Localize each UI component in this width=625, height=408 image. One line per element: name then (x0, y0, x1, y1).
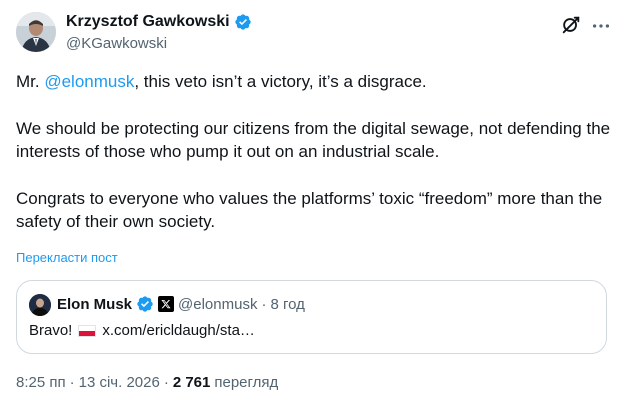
quote-text: Bravo! (29, 322, 73, 339)
quote-author-avatar (29, 294, 51, 316)
meta-separator-2: · (163, 374, 169, 391)
tweet-paragraph-3: Congrats to everyone who values the plat… (16, 188, 603, 232)
tweet-card: Krzysztof Gawkowski @KGawkowski Mr. @elo… (0, 0, 625, 408)
tweet-paragraph-2: We should be protecting our citizens fro… (16, 118, 611, 162)
x-affiliation-icon (158, 296, 175, 312)
quote-time: 8 год (270, 295, 305, 313)
para1-prefix: Mr. (16, 72, 45, 91)
author-handle[interactable]: @KGawkowski (66, 35, 167, 52)
mention-link[interactable]: @elonmusk (44, 72, 134, 91)
author-avatar[interactable] (16, 12, 56, 52)
verified-badge-icon (234, 13, 252, 31)
quoted-tweet[interactable]: Elon Musk @elonmusk · 8 год Bravo! x.com… (16, 280, 607, 354)
poland-flag-icon (78, 324, 97, 337)
quote-verified-badge-icon (136, 295, 154, 313)
quote-body: Bravo! x.com/ericldaugh/sta… (29, 322, 255, 339)
grok-icon[interactable] (560, 14, 582, 36)
quote-separator: · (261, 295, 267, 313)
para1-suffix: , this veto isn’t a victory, it’s a disg… (134, 72, 427, 91)
author-display-name[interactable]: Krzysztof Gawkowski (66, 13, 230, 31)
quote-link: x.com/ericldaugh/sta… (102, 322, 255, 339)
meta-separator: · (69, 374, 75, 391)
tweet-meta: 8:25 пп · 13 січ. 2026 · 2 761 перегляд (16, 374, 278, 391)
tweet-date-link[interactable]: 13 січ. 2026 (79, 374, 160, 391)
views-count: 2 761 (172, 374, 211, 391)
quote-author-name: Elon Musk (57, 295, 133, 313)
quote-header: Elon Musk @elonmusk · 8 год (57, 295, 305, 313)
more-options-icon[interactable] (590, 15, 612, 37)
views-label: перегляд (214, 374, 279, 391)
translate-post-link[interactable]: Перекласти пост (16, 250, 118, 265)
tweet-time-link[interactable]: 8:25 пп (16, 374, 66, 391)
quote-author-handle: @elonmusk (178, 295, 258, 313)
tweet-paragraph-1: Mr. @elonmusk, this veto isn’t a victory… (16, 70, 612, 94)
author-name-row: Krzysztof Gawkowski (66, 13, 252, 31)
tweet-text: Mr. @elonmusk, this veto isn’t a victory… (16, 70, 612, 257)
